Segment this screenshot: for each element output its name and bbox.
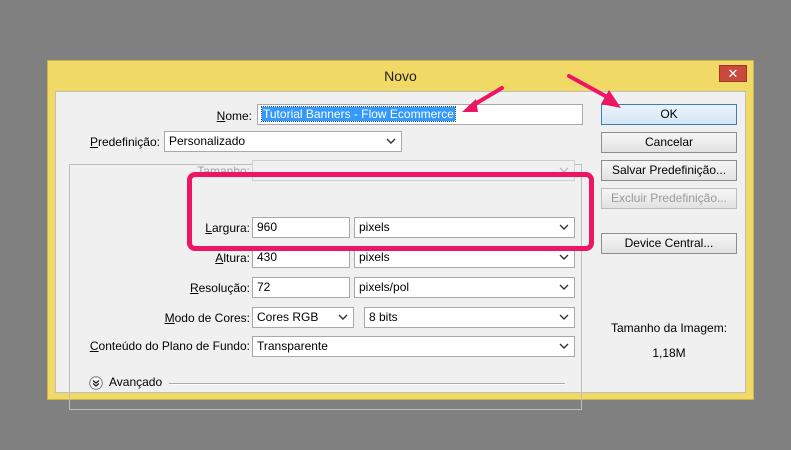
height-label: Altura: [215, 251, 250, 265]
chevron-down-icon [338, 314, 348, 320]
delete-preset-button: Excluir Predefinição... [601, 188, 737, 209]
advanced-label: Avançado [109, 375, 163, 389]
preset-label: Predefinição: [89, 135, 160, 149]
background-contents-label: Conteúdo do Plano de Fundo: [89, 339, 250, 353]
preset-select[interactable]: Personalizado [164, 131, 402, 152]
advanced-toggle[interactable]: Avançado [89, 375, 169, 391]
color-mode-label: Modo de Cores: [164, 311, 250, 325]
image-size-value: 1,18M [652, 346, 686, 360]
close-button[interactable]: ✕ [719, 65, 747, 82]
chevron-down-icon [559, 343, 569, 349]
image-size-label: Tamanho da Imagem: [610, 321, 728, 335]
annotation-highlight-box [187, 172, 594, 251]
chevron-down-icon [559, 284, 569, 290]
resolution-unit-select[interactable]: pixels/pol [354, 277, 575, 298]
dialog-title: Novo [384, 68, 417, 84]
device-central-button[interactable]: Device Central... [601, 233, 737, 254]
chevron-down-icon [559, 314, 569, 320]
annotation-arrow-icon [567, 74, 621, 108]
name-input-value: Tutorial Banners - Flow Ecommerce [261, 106, 456, 122]
chevron-down-icon [386, 138, 396, 144]
bit-depth-select[interactable]: 8 bits [364, 307, 575, 328]
background-contents-select[interactable]: Transparente [252, 336, 575, 357]
annotation-arrow-icon [462, 86, 504, 112]
advanced-divider [169, 383, 565, 385]
resolution-input[interactable]: 72 [252, 277, 350, 298]
name-input[interactable]: Tutorial Banners - Flow Ecommerce [257, 104, 583, 125]
save-preset-button[interactable]: Salvar Predefinição... [601, 160, 737, 181]
close-icon: ✕ [727, 66, 739, 81]
color-mode-select[interactable]: Cores RGB [252, 307, 354, 328]
resolution-label: Resolução: [189, 281, 250, 295]
name-label: Nome: [216, 109, 252, 123]
double-chevron-down-icon [89, 376, 103, 390]
cancel-button[interactable]: Cancelar [601, 132, 737, 153]
